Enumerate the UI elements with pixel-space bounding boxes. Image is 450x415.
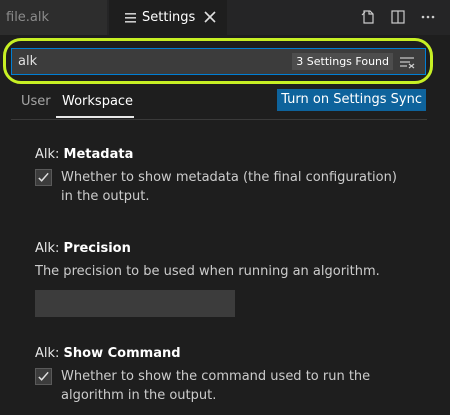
tab-file-alk[interactable]: file.alk: [0, 0, 108, 35]
setting-title: Alk: Metadata: [35, 146, 415, 164]
setting-description: The precision to be used when running an…: [35, 264, 380, 279]
tab-label-settings: Settings: [142, 10, 196, 25]
setting-row: Whether to show metadata (the final conf…: [35, 168, 415, 206]
metadata-checkbox[interactable]: [35, 169, 52, 186]
setting-category: Alk:: [35, 346, 64, 361]
tab-workspace[interactable]: Workspace: [62, 94, 133, 114]
setting-key: Show Command: [63, 346, 181, 361]
settings-list-icon: [125, 12, 136, 23]
setting-title: Alk: Precision: [35, 240, 415, 258]
tab-user[interactable]: User: [21, 94, 51, 114]
checkmark-icon: [38, 371, 49, 381]
tab-label-file: file.alk: [6, 10, 50, 25]
editor-actions: [360, 9, 436, 25]
checkmark-icon: [38, 172, 49, 182]
tab-settings[interactable]: Settings: [109, 0, 227, 35]
header-divider: [11, 119, 427, 120]
active-tab-underline: [56, 116, 134, 118]
setting-alk-show-command: Alk: Show Command Whether to show the co…: [35, 345, 415, 405]
settings-search-box: 3 Settings Found: [11, 48, 426, 75]
turn-on-settings-sync-button[interactable]: Turn on Settings Sync: [277, 89, 426, 111]
more-actions-icon[interactable]: [420, 9, 436, 25]
setting-key: Metadata: [63, 147, 134, 162]
setting-description: Whether to show metadata (the final conf…: [61, 170, 397, 204]
settings-search-input[interactable]: [12, 48, 293, 75]
precision-input[interactable]: [35, 290, 235, 317]
show-command-checkbox[interactable]: [35, 368, 52, 385]
setting-alk-metadata: Alk: Metadata Whether to show metadata (…: [35, 146, 415, 206]
setting-category: Alk:: [35, 241, 64, 256]
setting-row: Whether to show the command used to run …: [35, 367, 415, 405]
setting-description: Whether to show the command used to run …: [61, 369, 371, 403]
close-icon[interactable]: [203, 10, 217, 24]
setting-key: Precision: [63, 241, 131, 256]
setting-alk-precision: Alk: Precision The precision to be used …: [35, 240, 415, 317]
editor-tab-bar: file.alk Settings: [0, 0, 450, 35]
clear-filter-icon[interactable]: [399, 55, 415, 69]
settings-editor: file.alk Settings alk 3 Settings Found U…: [0, 0, 450, 415]
results-count-badge: 3 Settings Found: [292, 53, 393, 70]
open-settings-json-icon[interactable]: [360, 9, 376, 25]
setting-category: Alk:: [35, 147, 64, 162]
split-editor-icon[interactable]: [390, 9, 406, 25]
setting-title: Alk: Show Command: [35, 345, 415, 363]
